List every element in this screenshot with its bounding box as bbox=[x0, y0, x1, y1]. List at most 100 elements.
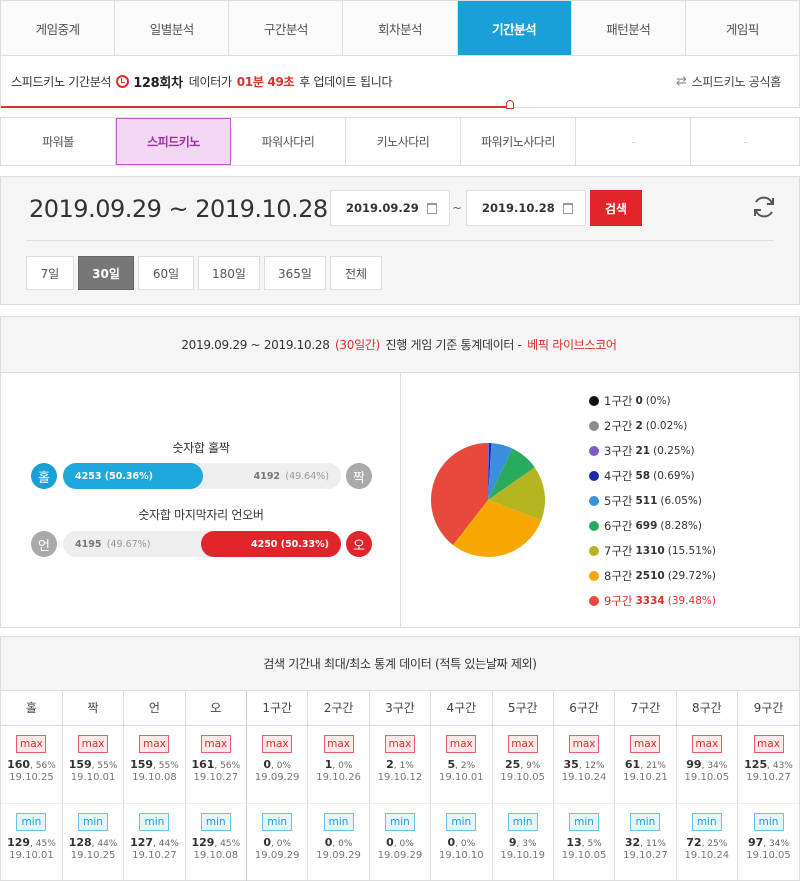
period-all-button[interactable]: 전체 bbox=[330, 256, 382, 290]
period-180d-button[interactable]: 180일 bbox=[198, 256, 260, 290]
min-value: 32, 11% bbox=[624, 835, 666, 849]
main-nav: 게임중계 일별분석 구간분석 회차분석 기간분석 패턴분석 게임픽 bbox=[0, 0, 800, 56]
legend-label: 6구간 bbox=[604, 518, 633, 533]
notice-countdown: 01분 49초 bbox=[236, 74, 295, 89]
min-value: 0, 0% bbox=[324, 835, 353, 849]
tab-daily[interactable]: 일별분석 bbox=[115, 1, 230, 55]
min-pct: 45% bbox=[35, 838, 56, 849]
tab-period[interactable]: 기간분석 bbox=[457, 1, 572, 55]
minmax-col-header: 5구간 bbox=[492, 691, 554, 726]
min-value: 97, 34% bbox=[747, 835, 790, 849]
min-pct: 0% bbox=[399, 838, 414, 849]
period-30d-button[interactable]: 30일 bbox=[78, 256, 134, 290]
max-date: 19.10.01 bbox=[439, 771, 484, 783]
even-label: 4192 (49.64%) bbox=[254, 463, 329, 489]
tab-gamepick[interactable]: 게임픽 bbox=[686, 1, 799, 55]
minmax-title: 검색 기간내 최대/최소 통계 데이터 (적특 있는날짜 제외) bbox=[1, 637, 799, 691]
legend-item: 2구간 2 (0.02%) bbox=[589, 413, 716, 438]
game-tab-speedkeno[interactable]: 스피드키노 bbox=[116, 118, 231, 165]
legend-pct: (15.51%) bbox=[667, 544, 716, 557]
min-count: 32 bbox=[624, 835, 641, 849]
min-date: 19.10.05 bbox=[561, 849, 607, 861]
legend-label: 1구간 bbox=[604, 393, 633, 408]
period-60d-button[interactable]: 60일 bbox=[138, 256, 194, 290]
end-date-value: 2019.10.28 bbox=[482, 201, 555, 215]
min-date: 19.10.25 bbox=[70, 849, 116, 861]
min-date: 19.10.19 bbox=[500, 849, 545, 861]
date-range-title: 2019.09.29 ~ 2019.10.28 bbox=[29, 195, 328, 223]
over-badge: 오 bbox=[346, 531, 372, 557]
legend-dot bbox=[589, 595, 599, 606]
max-date: 19.10.21 bbox=[623, 771, 668, 783]
tab-section[interactable]: 구간분석 bbox=[229, 1, 344, 55]
official-home-link[interactable]: ⇄ 스피드키노 공식홈 bbox=[676, 56, 781, 106]
minmax-col-header: 오 bbox=[185, 691, 248, 726]
period-365d-button[interactable]: 365일 bbox=[264, 256, 326, 290]
min-tag: min bbox=[200, 812, 231, 831]
max-count: 125 bbox=[744, 757, 768, 771]
max-cell: max 25, 9% 19.10.05 bbox=[492, 725, 554, 804]
game-tab-powerkenoladder[interactable]: 파워키노사다리 bbox=[461, 118, 576, 165]
notice-mid: 데이터가 bbox=[188, 74, 232, 89]
period-7d-button[interactable]: 7일 bbox=[26, 256, 74, 290]
odd-fill: 4253 (50.36%) bbox=[63, 463, 203, 489]
legend-item: 1구간 0 (0%) bbox=[589, 388, 716, 413]
even-badge: 짝 bbox=[346, 463, 372, 489]
max-date: 19.10.24 bbox=[561, 771, 607, 783]
max-value: 159, 55% bbox=[68, 757, 118, 771]
tab-round[interactable]: 회차분석 bbox=[343, 1, 458, 55]
start-date-input[interactable]: 2019.09.29 bbox=[330, 190, 450, 226]
refresh-icon[interactable] bbox=[751, 194, 777, 220]
stats-panel: 2019.09.29 ~ 2019.10.28 (30일간) 진행 게임 기준 … bbox=[0, 316, 800, 628]
min-count: 72 bbox=[686, 835, 702, 849]
min-count: 97 bbox=[747, 835, 764, 849]
legend-dot bbox=[589, 470, 599, 481]
minmax-col-header: 7구간 bbox=[614, 691, 677, 726]
min-value: 9, 3% bbox=[508, 835, 537, 849]
max-cell: max 61, 21% 19.10.21 bbox=[614, 725, 677, 804]
max-pct: 9% bbox=[526, 760, 541, 771]
min-cell: min 127, 44% 19.10.27 bbox=[123, 803, 186, 881]
max-pct: 12% bbox=[584, 760, 605, 771]
min-count: 129 bbox=[7, 835, 31, 849]
game-tab-powerball[interactable]: 파워볼 bbox=[1, 118, 116, 165]
min-value: 0, 0% bbox=[447, 835, 476, 849]
max-count: 35 bbox=[563, 757, 579, 771]
minmax-col-header: 언 bbox=[123, 691, 186, 726]
legend-item: 7구간 1310 (15.51%) bbox=[589, 538, 716, 563]
tab-live[interactable]: 게임중계 bbox=[1, 1, 116, 55]
max-tag: max bbox=[753, 734, 784, 753]
min-cell: min 129, 45% 19.10.08 bbox=[185, 803, 248, 881]
min-date: 19.09.29 bbox=[377, 849, 423, 861]
notice-prefix: 스피드키노 기간분석 bbox=[11, 74, 112, 89]
calendar-icon[interactable] bbox=[563, 203, 573, 214]
min-tag: min bbox=[569, 812, 600, 831]
calendar-icon[interactable] bbox=[427, 203, 437, 214]
min-pct: 25% bbox=[707, 838, 728, 849]
game-tab-kenoladder[interactable]: 키노사다리 bbox=[346, 118, 461, 165]
max-value: 35, 12% bbox=[563, 757, 605, 771]
max-value: 1, 0% bbox=[324, 757, 353, 771]
tab-pattern[interactable]: 패턴분석 bbox=[572, 1, 686, 55]
end-date-input[interactable]: 2019.10.28 bbox=[466, 190, 586, 226]
min-count: 0 bbox=[263, 835, 271, 849]
max-pct: 2% bbox=[460, 760, 476, 771]
legend-label: 2구간 bbox=[604, 418, 633, 433]
min-value: 127, 44% bbox=[130, 835, 179, 849]
segment-legend: 1구간 0 (0%) 2구간 2 (0.02%) 3구간 21 (0.25%) … bbox=[589, 388, 716, 613]
min-cell: min 72, 25% 19.10.24 bbox=[676, 803, 739, 881]
min-value: 0, 0% bbox=[263, 835, 292, 849]
legend-dot bbox=[589, 495, 599, 506]
oddeven-underover-section: 숫자합 홀짝 홀 4253 (50.36%) 4192 (49.64%) 짝 숫… bbox=[1, 373, 401, 627]
legend-dot bbox=[589, 545, 599, 556]
game-tab-powerladder[interactable]: 파워사다리 bbox=[231, 118, 346, 165]
max-date: 19.10.27 bbox=[193, 771, 239, 783]
legend-pct: (29.72%) bbox=[667, 569, 716, 582]
min-pct: 0% bbox=[276, 838, 292, 849]
max-date: 19.09.29 bbox=[254, 771, 300, 783]
legend-item: 4구간 58 (0.69%) bbox=[589, 463, 716, 488]
max-tag: max bbox=[262, 734, 293, 753]
max-value: 125, 43% bbox=[744, 757, 793, 771]
search-button[interactable]: 검색 bbox=[590, 190, 642, 226]
game-tab-empty: - bbox=[576, 118, 691, 165]
